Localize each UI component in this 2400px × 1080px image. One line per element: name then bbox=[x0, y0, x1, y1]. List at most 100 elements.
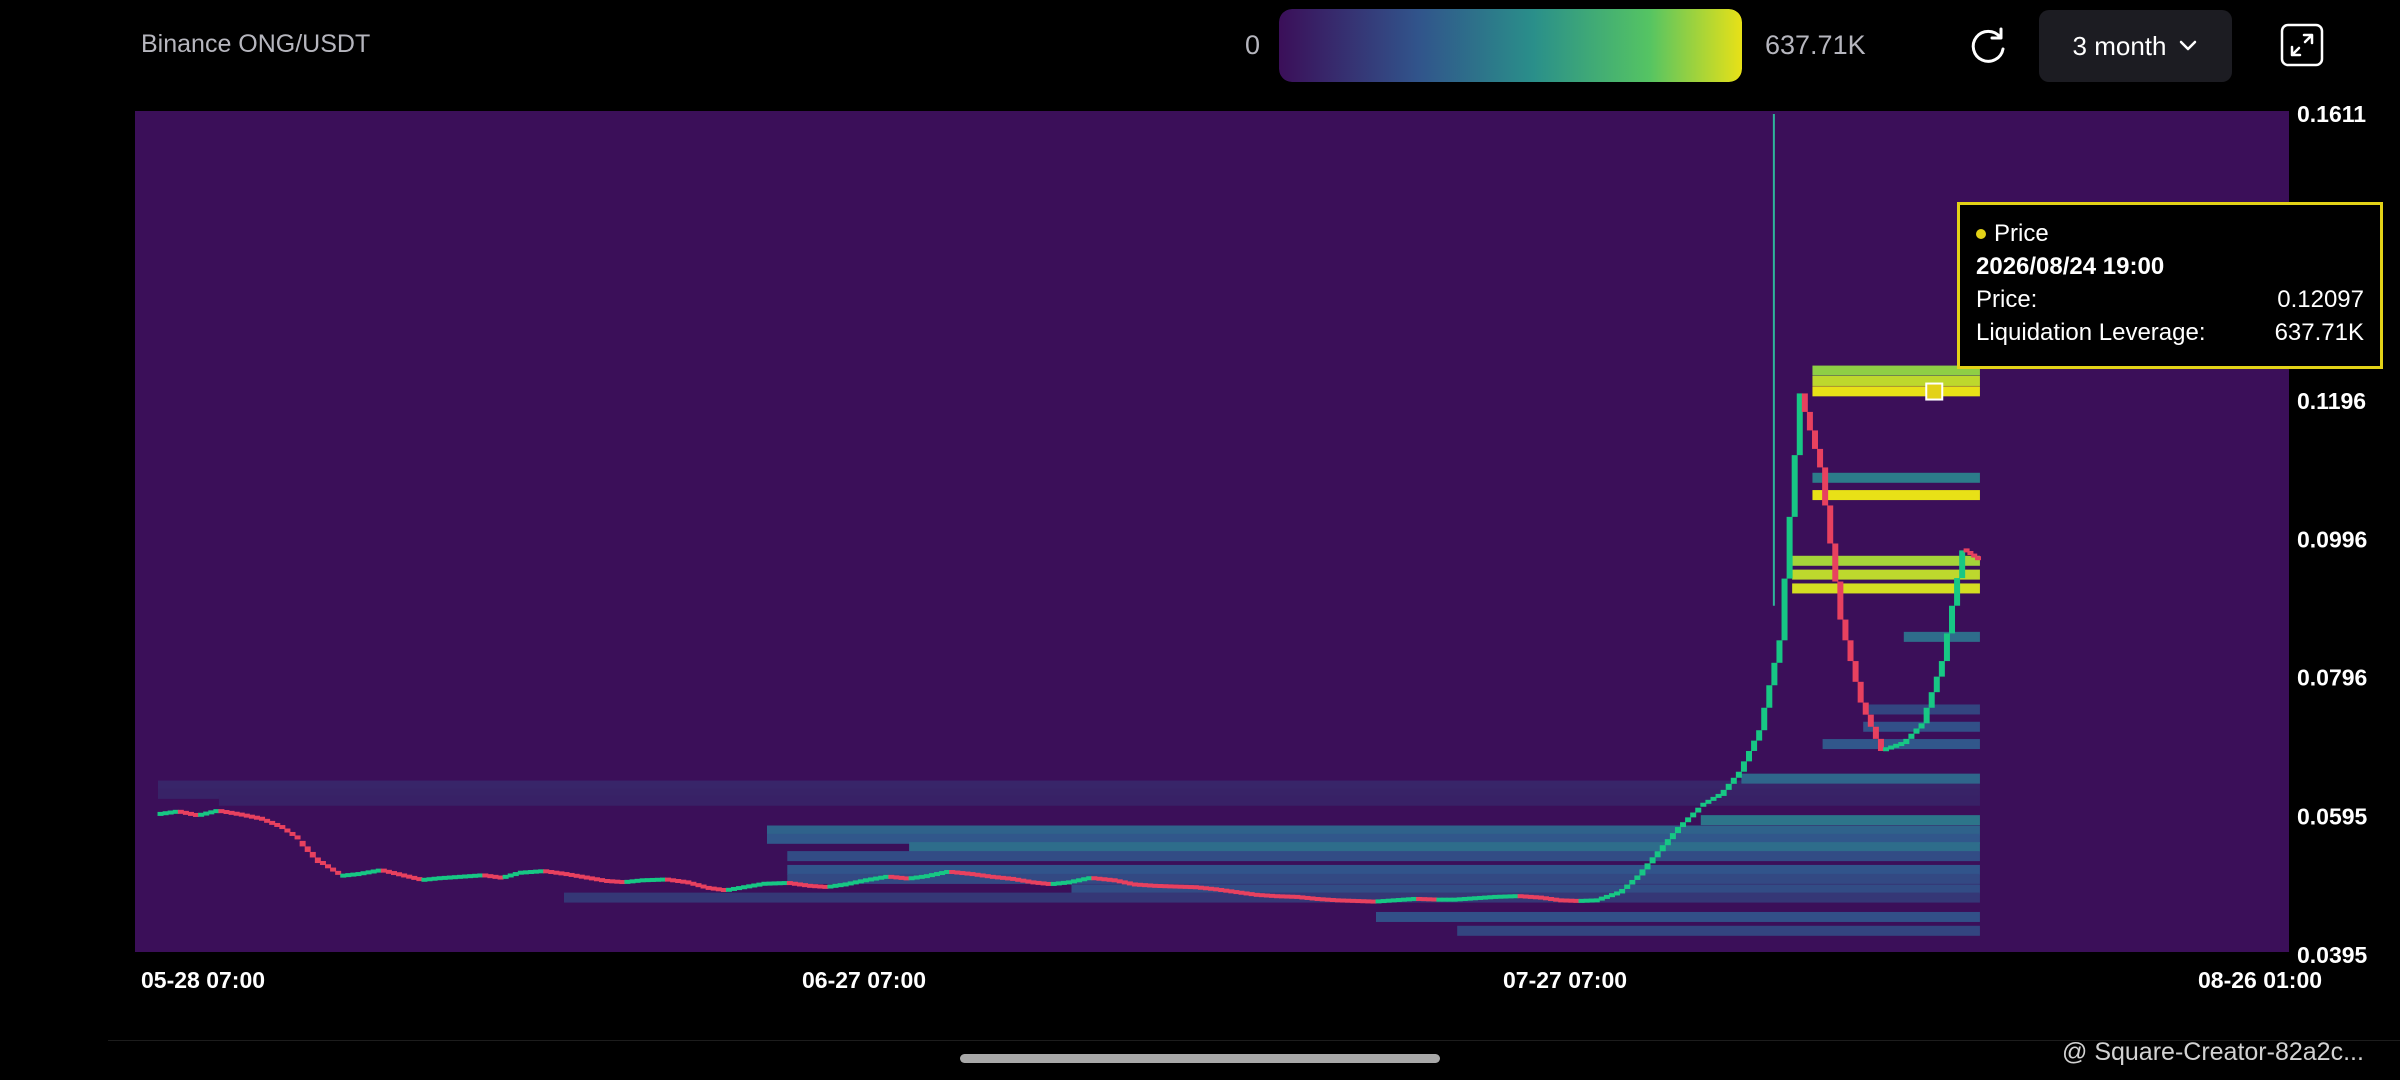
price-candle bbox=[284, 828, 291, 833]
price-candle bbox=[1852, 661, 1859, 682]
x-tick-label: 07-27 07:00 bbox=[1503, 967, 1627, 993]
price-candle bbox=[1908, 733, 1915, 739]
divider bbox=[108, 1040, 2400, 1041]
y-tick-label: 0.0996 bbox=[2297, 526, 2367, 552]
price-candle bbox=[1776, 640, 1783, 663]
price-candle bbox=[304, 846, 311, 852]
price-candle bbox=[1634, 875, 1641, 880]
liquidation-level bbox=[1700, 815, 1980, 826]
liquidation-level bbox=[787, 851, 1980, 862]
price-candle bbox=[1766, 685, 1773, 708]
liquidation-level bbox=[1812, 472, 1980, 483]
price-candle bbox=[1659, 845, 1666, 852]
price-candle bbox=[1664, 839, 1671, 846]
price-candle bbox=[1913, 728, 1920, 734]
price-candle bbox=[1751, 740, 1758, 751]
price-candle bbox=[1847, 640, 1854, 662]
price-candle bbox=[1654, 851, 1661, 858]
x-tick-label: 06-27 07:00 bbox=[802, 967, 926, 993]
tooltip-price-label: Price: bbox=[1976, 285, 2038, 313]
liquidation-level bbox=[1457, 925, 1980, 936]
y-tick-label: 0.0395 bbox=[2297, 942, 2368, 968]
watermark: @ Square-Creator-82a2c... bbox=[2062, 1038, 2364, 1066]
y-tick-label: 0.0595 bbox=[2297, 804, 2368, 830]
price-candle bbox=[1918, 723, 1925, 729]
price-candle bbox=[1669, 833, 1676, 840]
price-candle bbox=[1746, 750, 1753, 762]
liquidation-level bbox=[1812, 490, 1980, 501]
y-tick-label: 0.1196 bbox=[2297, 388, 2366, 414]
price-candle bbox=[1781, 578, 1788, 641]
price-candle bbox=[1685, 817, 1692, 823]
price-candle bbox=[1740, 761, 1747, 772]
liquidation-level bbox=[1376, 911, 1980, 922]
price-candle bbox=[1832, 543, 1839, 582]
price-tooltip: Price 2026/08/24 19:00 Price: 0.12097 Liq… bbox=[1957, 202, 2383, 369]
liquidation-level bbox=[1863, 704, 1980, 715]
price-candle bbox=[1695, 807, 1702, 813]
series-dot-icon bbox=[1976, 229, 1986, 240]
price-candle bbox=[1806, 411, 1813, 431]
price-candle bbox=[1771, 662, 1778, 686]
price-candle bbox=[1624, 884, 1631, 889]
home-indicator[interactable] bbox=[960, 1054, 1440, 1063]
price-candle bbox=[1872, 726, 1879, 739]
price-candle bbox=[1837, 581, 1844, 620]
liquidation-level bbox=[1812, 375, 1980, 386]
tooltip-datetime: 2026/08/24 19:00 bbox=[1976, 252, 2165, 280]
liquidation-heatmap-chart: 0.1611 0.1196 0.0996 0.0796 0.0595 0.0395 05-… bbox=[135, 101, 2368, 993]
y-tick-label: 0.0796 bbox=[2297, 665, 2367, 691]
price-candle bbox=[1811, 430, 1818, 449]
price-candle bbox=[1975, 556, 1982, 561]
price-candle bbox=[1791, 455, 1798, 517]
price-candle bbox=[1959, 550, 1966, 579]
tooltip-series-label: Price bbox=[1994, 219, 2049, 247]
price-candle bbox=[1756, 730, 1763, 741]
price-candle bbox=[1649, 857, 1656, 864]
price-candle bbox=[1938, 661, 1945, 677]
price-candle bbox=[1680, 822, 1687, 828]
price-candle bbox=[1842, 619, 1849, 641]
price-candle bbox=[1862, 702, 1869, 715]
liquidation-level bbox=[1792, 555, 1980, 566]
price-candle bbox=[1867, 714, 1874, 727]
price-candle bbox=[1674, 827, 1681, 834]
price-candle bbox=[1817, 448, 1824, 468]
price-candle bbox=[1735, 771, 1742, 778]
price-candle bbox=[279, 825, 286, 830]
y-tick-label: 0.1611 bbox=[2297, 101, 2366, 127]
price-candle bbox=[1619, 888, 1626, 894]
price-candle bbox=[1639, 869, 1646, 876]
liquidation-level bbox=[1741, 773, 1980, 784]
liquidation-level bbox=[1812, 386, 1980, 397]
tooltip-leverage-value: 637.71K bbox=[2274, 318, 2364, 346]
price-candle bbox=[1943, 633, 1950, 662]
price-candle bbox=[1857, 681, 1864, 703]
x-tick-label: 08-26 01:00 bbox=[2198, 967, 2322, 993]
liquidation-level bbox=[1792, 569, 1980, 580]
price-candle bbox=[1928, 692, 1935, 708]
price-candle bbox=[289, 831, 296, 836]
price-candle bbox=[1923, 707, 1930, 724]
liquidation-level bbox=[1812, 365, 1980, 376]
tooltip-series: Price bbox=[1976, 220, 2049, 248]
liquidation-level bbox=[1792, 583, 1980, 594]
price-candle bbox=[1629, 879, 1636, 885]
price-candle bbox=[1786, 516, 1793, 579]
price-candle bbox=[1725, 783, 1732, 790]
price-candle bbox=[1690, 812, 1697, 818]
price-candle bbox=[1903, 738, 1910, 745]
price-candle bbox=[1949, 605, 1956, 634]
liquidation-level bbox=[1903, 631, 1980, 642]
price-candle bbox=[1720, 789, 1727, 796]
price-candle bbox=[1730, 777, 1737, 784]
price-candle bbox=[1822, 467, 1829, 506]
highlight-marker bbox=[1925, 382, 1944, 401]
price-candle bbox=[1644, 863, 1651, 870]
price-candle bbox=[1933, 676, 1940, 693]
price-candle bbox=[1827, 505, 1834, 544]
x-tick-label: 05-28 07:00 bbox=[141, 967, 265, 993]
price-candle bbox=[1954, 578, 1961, 606]
price-candle bbox=[1761, 707, 1768, 731]
tooltip-leverage-label: Liquidation Leverage: bbox=[1976, 318, 2206, 346]
